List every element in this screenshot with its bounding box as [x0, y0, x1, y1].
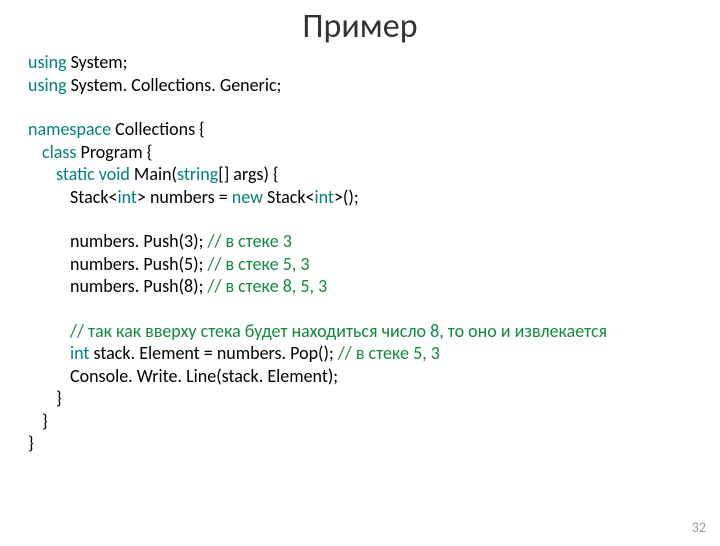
code-line — [28, 298, 700, 320]
code-line: static void Main(string[] args) { — [28, 163, 700, 186]
code-line: // так как вверху стека будет находиться… — [28, 320, 700, 343]
page-number: 32 — [692, 519, 706, 536]
slide-title: Пример — [0, 6, 720, 47]
code-line: namespace Collections { — [28, 118, 700, 141]
code-line: } — [28, 432, 700, 455]
code-line: Console. Write. Line(stack. Element); — [28, 365, 700, 388]
code-line: using System. Collections. Generic; — [28, 74, 700, 97]
code-line: numbers. Push(5); // в стеке 5, 3 — [28, 253, 700, 276]
code-line: numbers. Push(8); // в стеке 8, 5, 3 — [28, 275, 700, 298]
code-block: using System;using System. Collections. … — [0, 51, 720, 455]
code-line: class Program { — [28, 141, 700, 164]
code-line: Stack<int> numbers = new Stack<int>(); — [28, 186, 700, 209]
code-line — [28, 208, 700, 230]
code-line: using System; — [28, 51, 700, 74]
code-line: numbers. Push(3); // в стеке 3 — [28, 230, 700, 253]
code-line: int stack. Element = numbers. Pop(); // … — [28, 342, 700, 365]
code-line — [28, 96, 700, 118]
code-line: } — [28, 410, 700, 433]
code-line: } — [28, 387, 700, 410]
